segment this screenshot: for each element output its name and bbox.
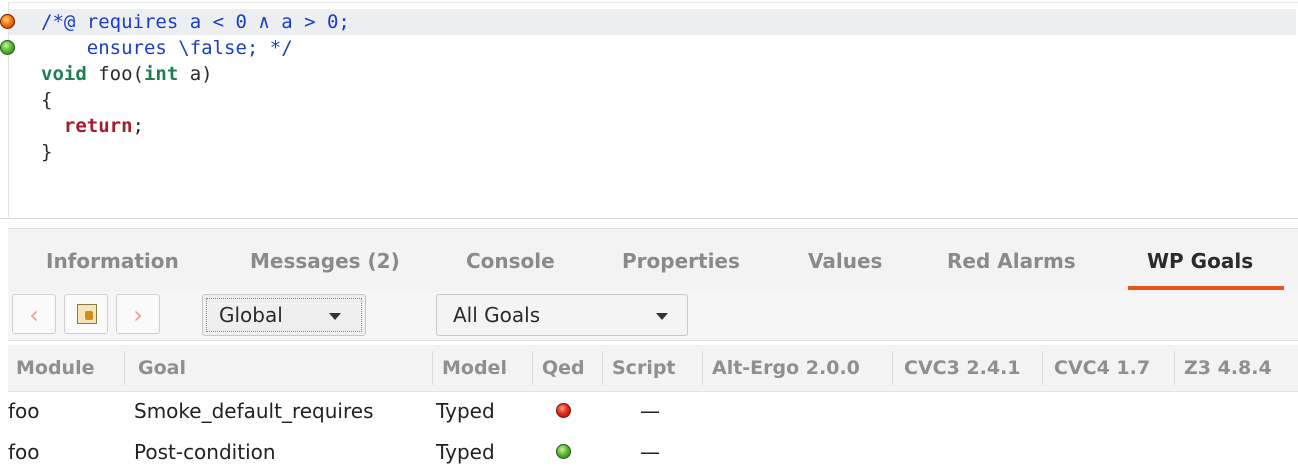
code-token: ensures \false; */ xyxy=(41,37,293,59)
tab-messages[interactable]: Messages (2) xyxy=(250,229,400,293)
goals-table-header: Module Goal Model Qed Script Alt-Ergo 2.… xyxy=(8,345,1298,392)
code-text: /*@ requires a < 0 ∧ a > 0; xyxy=(41,9,350,35)
tab-red-alarms[interactable]: Red Alarms xyxy=(947,229,1076,293)
code-token: foo( xyxy=(86,63,144,85)
cell-goal: Smoke_default_requires xyxy=(134,399,374,423)
code-text: return; xyxy=(41,113,144,139)
code-token: ; xyxy=(132,115,144,137)
tab-properties[interactable]: Properties xyxy=(622,229,740,293)
interactive-tool-button[interactable] xyxy=(64,294,108,334)
column-header-cvc3[interactable]: CVC3 2.4.1 xyxy=(904,345,1021,391)
cell-model: Typed xyxy=(436,399,495,423)
code-line[interactable]: /*@ requires a < 0 ∧ a > 0; xyxy=(0,9,1296,35)
code-token: int xyxy=(143,63,179,85)
code-token: return xyxy=(63,115,133,137)
column-header-module[interactable]: Module xyxy=(16,345,95,391)
cell-module: foo xyxy=(8,440,40,464)
scope-select-value: Global xyxy=(219,303,283,327)
column-separator xyxy=(432,351,433,385)
column-separator xyxy=(892,351,893,385)
chevron-down-icon xyxy=(656,313,668,320)
hand-pointer-icon xyxy=(77,304,97,324)
active-tab-indicator xyxy=(1128,286,1284,290)
column-header-cvc4[interactable]: CVC4 1.7 xyxy=(1054,345,1150,391)
tab-values[interactable]: Values xyxy=(808,229,882,293)
next-button[interactable]: › xyxy=(116,294,160,334)
column-separator xyxy=(1042,351,1043,385)
table-row[interactable]: foo Post-condition Typed — xyxy=(8,432,1298,472)
code-text: { xyxy=(41,87,52,113)
goals-filter-select[interactable]: All Goals xyxy=(436,294,688,336)
code-token: /*@ requires a < 0 ∧ a > 0; xyxy=(41,11,350,33)
tab-console[interactable]: Console xyxy=(466,229,555,293)
column-header-goal[interactable]: Goal xyxy=(138,345,186,391)
panel-tabs: Information Messages (2) Console Propert… xyxy=(8,228,1298,293)
chevron-left-icon: ‹ xyxy=(29,301,39,329)
previous-button[interactable]: ‹ xyxy=(12,294,56,334)
column-header-qed[interactable]: Qed xyxy=(542,345,585,391)
column-header-script[interactable]: Script xyxy=(612,345,676,391)
column-separator xyxy=(602,351,603,385)
scope-select[interactable]: Global xyxy=(202,294,366,336)
column-header-alt-ergo[interactable]: Alt-Ergo 2.0.0 xyxy=(712,345,860,391)
code-editor[interactable]: /*@ requires a < 0 ∧ a > 0; ensures \fal… xyxy=(0,0,1298,219)
cell-model: Typed xyxy=(436,440,495,464)
tab-wp-goals[interactable]: WP Goals xyxy=(1147,229,1253,293)
table-row[interactable]: foo Smoke_default_requires Typed — xyxy=(8,391,1298,431)
code-token: } xyxy=(41,141,53,163)
code-token: a) xyxy=(178,63,213,85)
column-separator xyxy=(1174,351,1175,385)
cell-script[interactable]: — xyxy=(640,432,660,472)
cell-module: foo xyxy=(8,399,40,423)
goals-toolbar: ‹ › Global All Goals xyxy=(8,292,1298,341)
code-text: } xyxy=(41,139,52,165)
code-text: ensures \false; */ xyxy=(41,35,293,61)
chevron-right-icon: › xyxy=(133,301,143,329)
column-separator xyxy=(702,351,703,385)
qed-status-icon[interactable] xyxy=(556,403,571,418)
qed-status-icon[interactable] xyxy=(556,444,571,459)
proof-status-icon[interactable] xyxy=(0,40,15,55)
cell-script[interactable]: — xyxy=(640,391,660,431)
code-text: void foo(int a) xyxy=(41,61,213,87)
tab-information[interactable]: Information xyxy=(46,229,179,293)
column-header-model[interactable]: Model xyxy=(442,345,507,391)
column-separator xyxy=(124,351,125,385)
goals-filter-value: All Goals xyxy=(453,303,541,327)
code-token: { xyxy=(41,89,53,111)
chevron-down-icon xyxy=(329,313,341,320)
proof-status-icon[interactable] xyxy=(0,14,15,29)
column-header-z3[interactable]: Z3 4.8.4 xyxy=(1184,345,1272,391)
code-token: void xyxy=(41,63,87,85)
cell-goal: Post-condition xyxy=(134,440,276,464)
column-separator xyxy=(532,351,533,385)
